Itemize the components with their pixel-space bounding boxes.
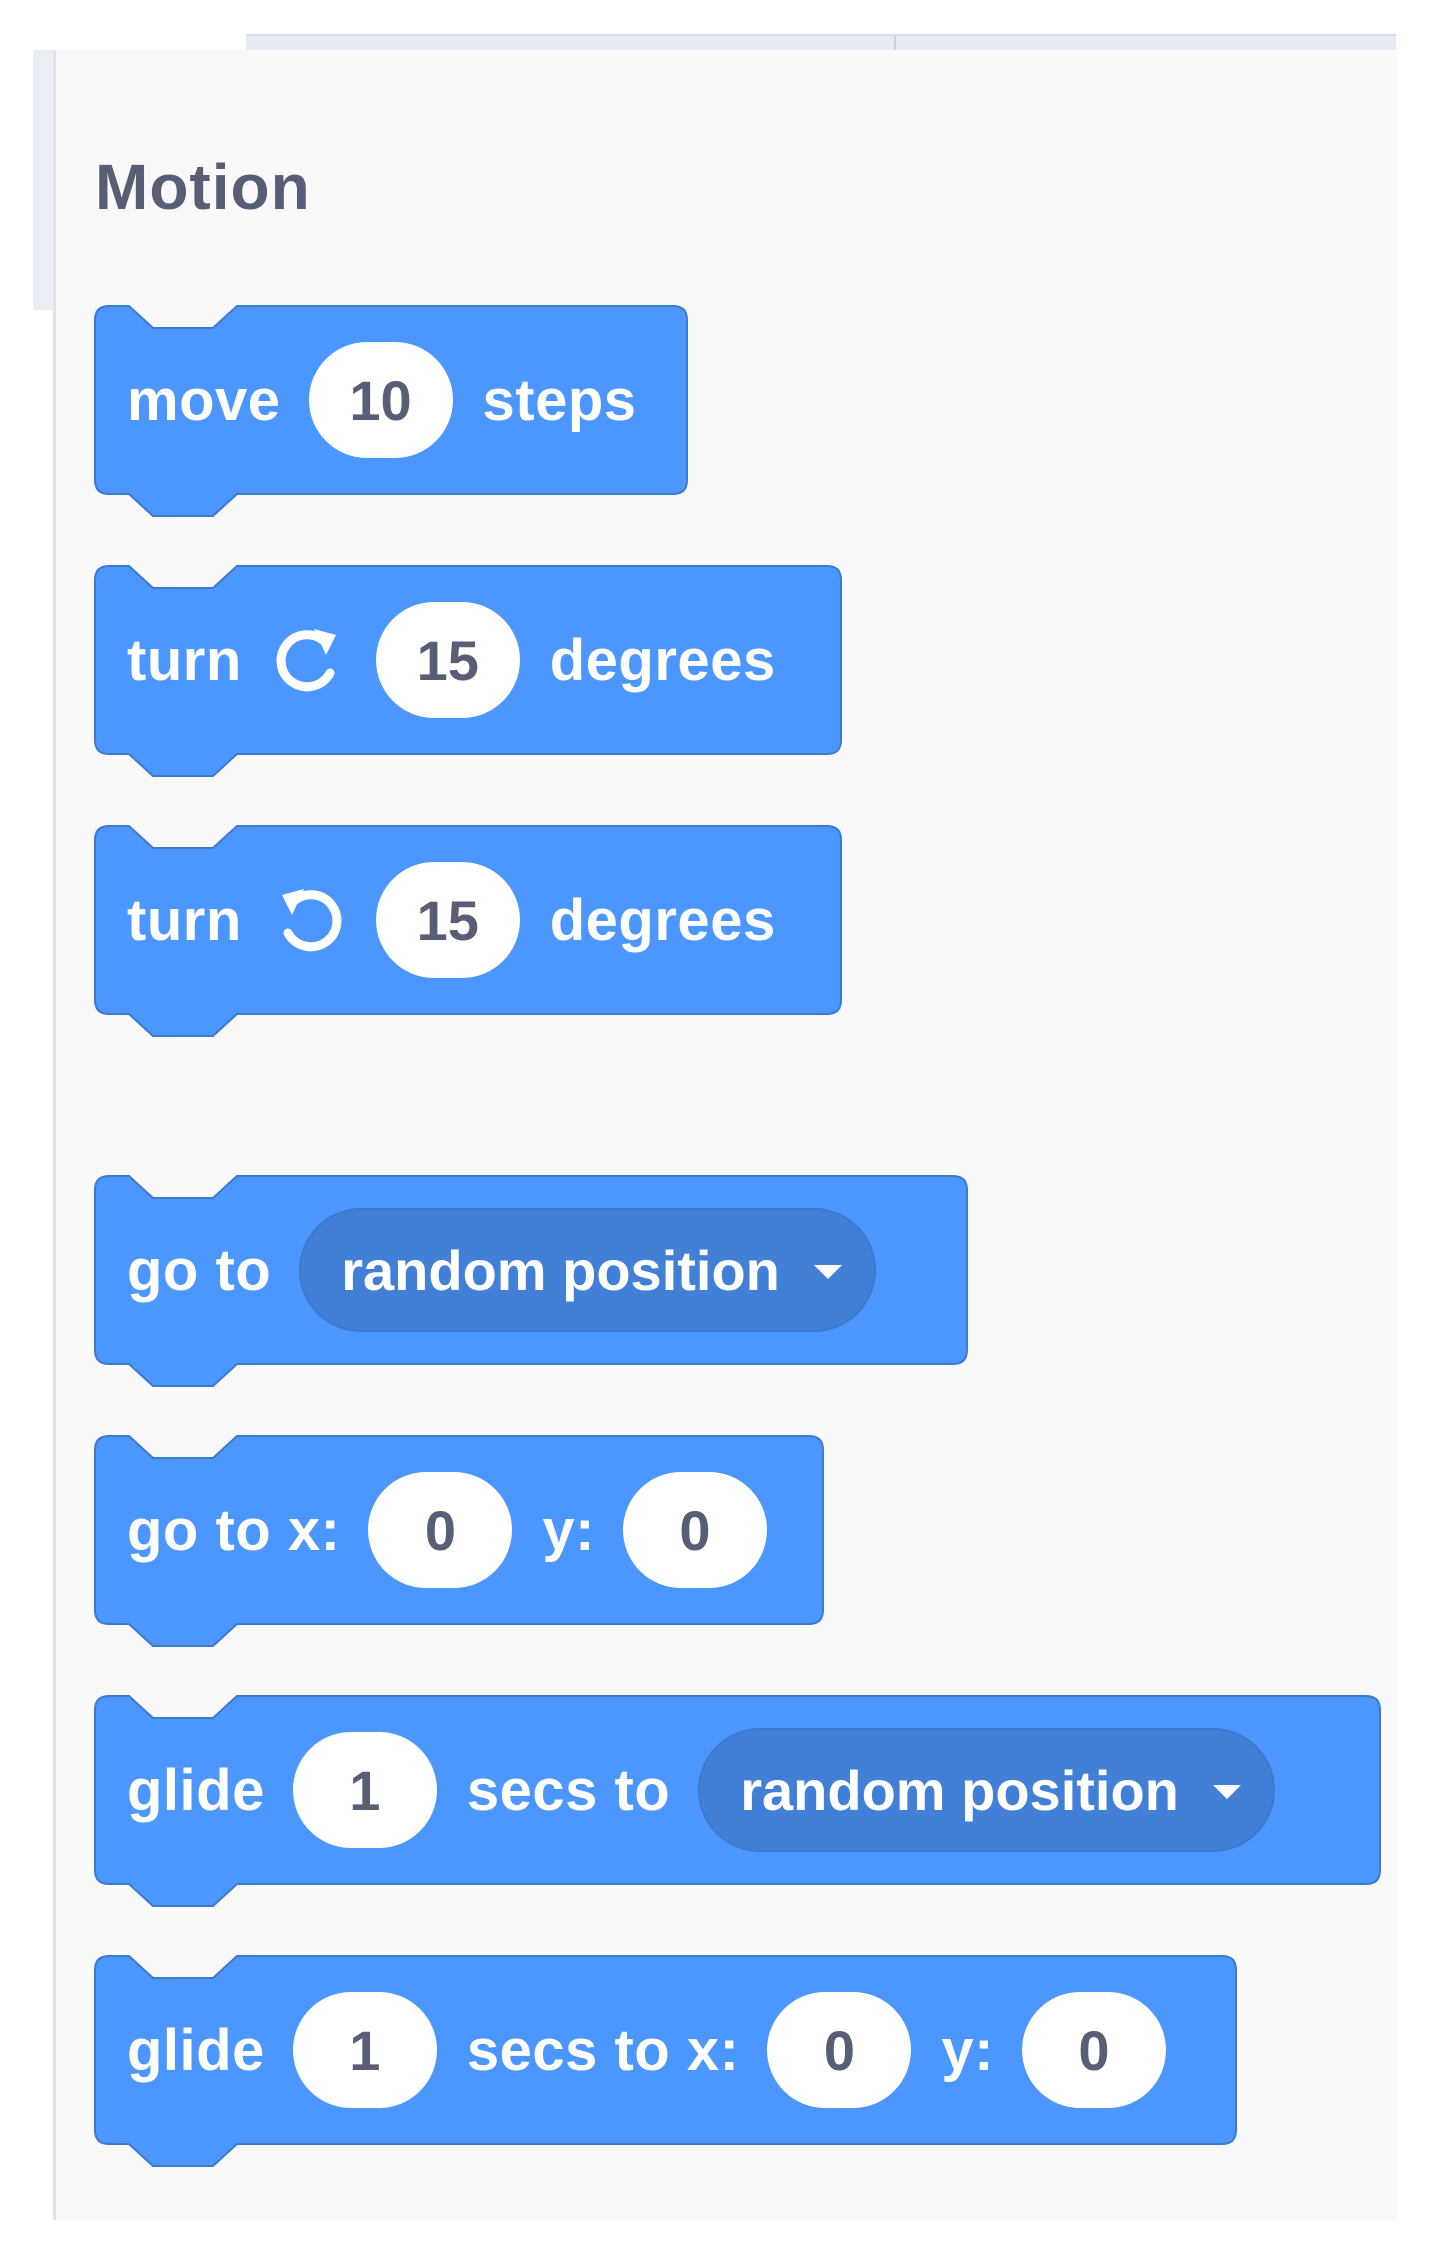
block-label: y:: [941, 2017, 994, 2083]
turn-right-block[interactable]: turn 15 degrees: [94, 565, 842, 777]
category-title: Motion: [95, 151, 311, 223]
steps-input[interactable]: 10: [308, 342, 453, 458]
x-input[interactable]: 0: [767, 1992, 912, 2108]
block-label: move: [127, 367, 281, 433]
caret-down-icon: [1212, 1785, 1241, 1799]
go-to-xy-block[interactable]: go to x: 0 y: 0: [94, 1435, 824, 1647]
dropdown-value: random position: [740, 1758, 1179, 1822]
glide-to-block[interactable]: glide 1 secs to random position: [94, 1695, 1381, 1907]
rotate-clockwise-icon: [270, 621, 348, 699]
target-dropdown[interactable]: random position: [299, 1208, 876, 1332]
block-label: glide: [127, 2017, 265, 2083]
rotate-counterclockwise-icon: [270, 881, 348, 959]
turn-left-block[interactable]: turn 15 degrees: [94, 825, 842, 1037]
block-label: y:: [542, 1497, 595, 1563]
degrees-input[interactable]: 15: [375, 602, 520, 718]
secs-input[interactable]: 1: [292, 1992, 437, 2108]
y-input[interactable]: 0: [1022, 1992, 1166, 2108]
block-label: glide: [127, 1757, 265, 1823]
go-to-block[interactable]: go to random position: [94, 1175, 968, 1387]
category-strip: [33, 50, 53, 310]
block-label: secs to: [466, 1757, 671, 1823]
dropdown-value: random position: [341, 1238, 780, 1302]
block-label: secs to x:: [466, 2017, 740, 2083]
block-label: degrees: [549, 887, 776, 953]
caret-down-icon: [813, 1265, 842, 1279]
degrees-input[interactable]: 15: [375, 862, 520, 978]
block-label: degrees: [549, 627, 776, 693]
glide-to-xy-block[interactable]: glide 1 secs to x: 0 y: 0: [94, 1955, 1237, 2167]
block-label: go to: [127, 1237, 272, 1303]
block-label: go to x:: [127, 1497, 341, 1563]
x-input[interactable]: 0: [368, 1472, 513, 1588]
y-input[interactable]: 0: [622, 1472, 767, 1588]
block-label: turn: [127, 887, 242, 953]
move-steps-block[interactable]: move 10 steps: [94, 305, 688, 517]
block-label: steps: [482, 367, 637, 433]
block-label: turn: [127, 627, 242, 693]
secs-input[interactable]: 1: [292, 1732, 437, 1848]
target-dropdown[interactable]: random position: [698, 1728, 1275, 1852]
